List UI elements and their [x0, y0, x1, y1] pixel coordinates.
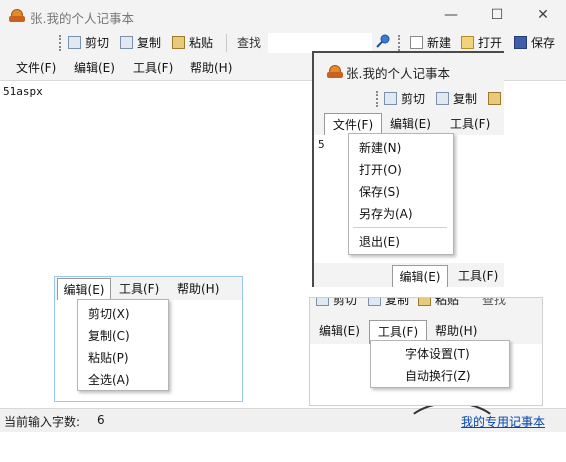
popup-menu-bar: 编辑(E) 工具(F) 帮助(H)	[55, 277, 242, 300]
char-count-label: 当前输入字数:	[4, 415, 81, 429]
cut-button[interactable]: 剪切	[384, 90, 425, 108]
menu-edit[interactable]: 编辑(E)	[74, 56, 115, 80]
paste-button[interactable]: 粘贴	[172, 34, 213, 52]
toolbar-separator	[226, 34, 227, 52]
menu-edit[interactable]: 编辑(E)	[57, 278, 111, 300]
toolbar-grip	[376, 91, 380, 107]
paste-icon	[172, 36, 185, 49]
folder-icon	[461, 36, 474, 49]
paste-button[interactable]	[488, 90, 505, 108]
cursor-circle-decoration	[402, 402, 502, 462]
menu-edit[interactable]: 编辑(E)	[319, 320, 360, 342]
popup-bottom-menu: 编辑(E) 工具(F)	[314, 263, 504, 287]
tools-dropdown: 字体设置(T) 自动换行(Z)	[370, 340, 510, 388]
menu-help[interactable]: 帮助(H)	[190, 56, 232, 80]
menu-item-font-settings[interactable]: 字体设置(T)	[405, 345, 470, 362]
toolbar-grip-2[interactable]	[398, 35, 402, 51]
window-title: 张.我的个人记事本	[30, 11, 134, 26]
save-label: 保存	[531, 36, 556, 50]
popup-menu-bar: 文件(F) 编辑(E) 工具(F)	[314, 111, 504, 135]
search-input[interactable]	[268, 33, 372, 53]
copy-label: 复制	[453, 92, 478, 106]
paste-label: 粘贴	[189, 36, 214, 50]
copy-icon	[368, 298, 381, 306]
search-label: 查找	[237, 36, 262, 50]
editor-content: 51aspx	[3, 85, 43, 98]
menu-file[interactable]: 文件(F)	[324, 113, 382, 135]
paste-button[interactable]: 粘贴	[418, 298, 459, 309]
tools-menu-screenshot: 剪切 复制 粘贴 查找 编辑(E) 工具(F) 帮助(H) 字体设置(T) 自动…	[309, 297, 543, 406]
new-file-icon	[410, 36, 423, 49]
editor-peek: 5	[318, 138, 325, 151]
copy-button[interactable]: 复制	[368, 298, 409, 309]
toolbar-grip[interactable]	[59, 35, 63, 51]
paste-icon	[418, 298, 431, 306]
menu-item-new[interactable]: 新建(N)	[359, 139, 401, 156]
menu-item-cut[interactable]: 剪切(X)	[88, 305, 130, 322]
menu-item-open[interactable]: 打开(O)	[359, 161, 402, 178]
popup-title-bar: 张.我的个人记事本	[314, 53, 504, 87]
menu-edit-bottom[interactable]: 编辑(E)	[392, 265, 448, 287]
copy-button[interactable]: 复制	[436, 90, 477, 108]
open-label: 打开	[478, 36, 503, 50]
char-count-value: 6	[97, 413, 105, 427]
cut-label: 剪切	[85, 36, 110, 50]
menu-item-copy[interactable]: 复制(C)	[88, 327, 130, 344]
copy-button[interactable]: 复制	[120, 34, 161, 52]
copy-label: 复制	[385, 298, 410, 307]
menu-separator	[353, 227, 447, 228]
app-icon	[327, 64, 343, 78]
menu-item-save-as[interactable]: 另存为(A)	[359, 205, 413, 222]
open-button[interactable]: 打开	[461, 34, 502, 52]
search-label: 查找	[482, 298, 507, 307]
copy-label: 复制	[137, 36, 162, 50]
menu-file[interactable]: 文件(F)	[16, 56, 56, 80]
scissors-icon	[68, 36, 81, 49]
save-disk-icon	[514, 36, 527, 49]
save-button[interactable]: 保存	[514, 34, 555, 52]
popup-toolbar: 剪切 复制 粘贴 查找	[310, 298, 542, 318]
menu-tools[interactable]: 工具(F)	[119, 278, 159, 300]
app-icon	[9, 8, 25, 22]
copy-icon	[120, 36, 133, 49]
title-bar: 张.我的个人记事本 — ☐ ✕	[0, 0, 566, 30]
minimize-button[interactable]: —	[428, 0, 474, 30]
menu-tools[interactable]: 工具(F)	[133, 56, 173, 80]
paste-icon	[488, 92, 501, 105]
menu-item-word-wrap[interactable]: 自动换行(Z)	[405, 367, 471, 384]
menu-item-save[interactable]: 保存(S)	[359, 183, 400, 200]
cut-button[interactable]: 剪切	[316, 298, 357, 309]
menu-item-paste[interactable]: 粘贴(P)	[88, 349, 129, 366]
paste-label: 粘贴	[435, 298, 460, 307]
menu-help[interactable]: 帮助(H)	[435, 320, 477, 342]
popup-window-title: 张.我的个人记事本	[346, 66, 450, 81]
copy-icon	[436, 92, 449, 105]
file-menu-screenshot: 张.我的个人记事本 剪切 复制 文件(F) 编辑(E) 工具(F) 5 新建(N…	[312, 51, 504, 287]
search-icon[interactable]	[376, 34, 390, 52]
menu-help[interactable]: 帮助(H)	[177, 278, 219, 300]
new-label: 新建	[427, 36, 452, 50]
close-button[interactable]: ✕	[520, 0, 566, 30]
menu-tools-bottom[interactable]: 工具(F)	[458, 265, 498, 287]
new-button[interactable]: 新建	[410, 34, 451, 52]
cut-label: 剪切	[401, 92, 426, 106]
menu-item-exit[interactable]: 退出(E)	[359, 233, 400, 250]
edit-dropdown: 剪切(X) 复制(C) 粘贴(P) 全选(A)	[77, 299, 169, 391]
menu-item-select-all[interactable]: 全选(A)	[88, 371, 130, 388]
cut-button[interactable]: 剪切	[68, 34, 109, 52]
scissors-icon	[384, 92, 397, 105]
maximize-button[interactable]: ☐	[474, 0, 520, 30]
edit-menu-screenshot: 编辑(E) 工具(F) 帮助(H) 剪切(X) 复制(C) 粘贴(P) 全选(A…	[54, 276, 243, 402]
scissors-icon	[316, 298, 329, 306]
menu-tools[interactable]: 工具(F)	[450, 113, 490, 135]
menu-edit[interactable]: 编辑(E)	[390, 113, 431, 135]
cut-label: 剪切	[333, 298, 358, 307]
file-dropdown: 新建(N) 打开(O) 保存(S) 另存为(A) 退出(E)	[348, 133, 454, 255]
popup-toolbar: 剪切 复制	[314, 87, 504, 111]
